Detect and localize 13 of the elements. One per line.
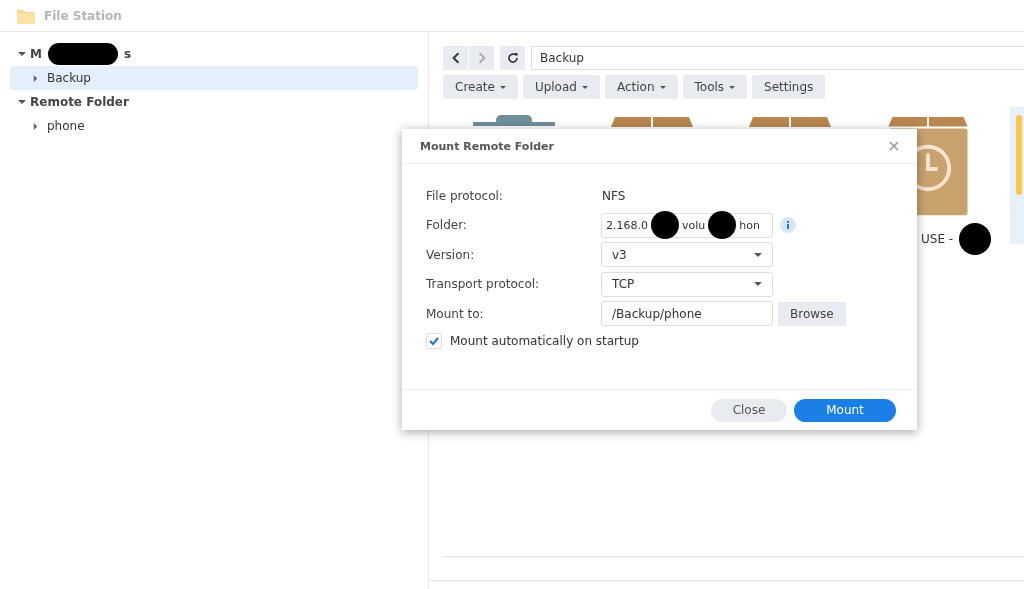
section-title: s	[123, 47, 132, 61]
field-label: File protocol:	[426, 188, 504, 203]
section-title: Remote Folder	[30, 95, 129, 109]
field-label: Folder:	[426, 218, 468, 233]
file-name: USE -	[921, 232, 954, 246]
checkbox-label: Mount automatically on startup	[450, 333, 639, 348]
window-title: File Station	[44, 8, 122, 23]
dialog-title: Mount Remote Folder	[420, 139, 554, 153]
field-label: Version:	[426, 247, 476, 262]
section-title: M	[30, 47, 42, 61]
field-value: NFS	[601, 188, 626, 203]
field-label: Mount to:	[426, 306, 485, 321]
field-label: Transport protocol:	[426, 277, 541, 292]
